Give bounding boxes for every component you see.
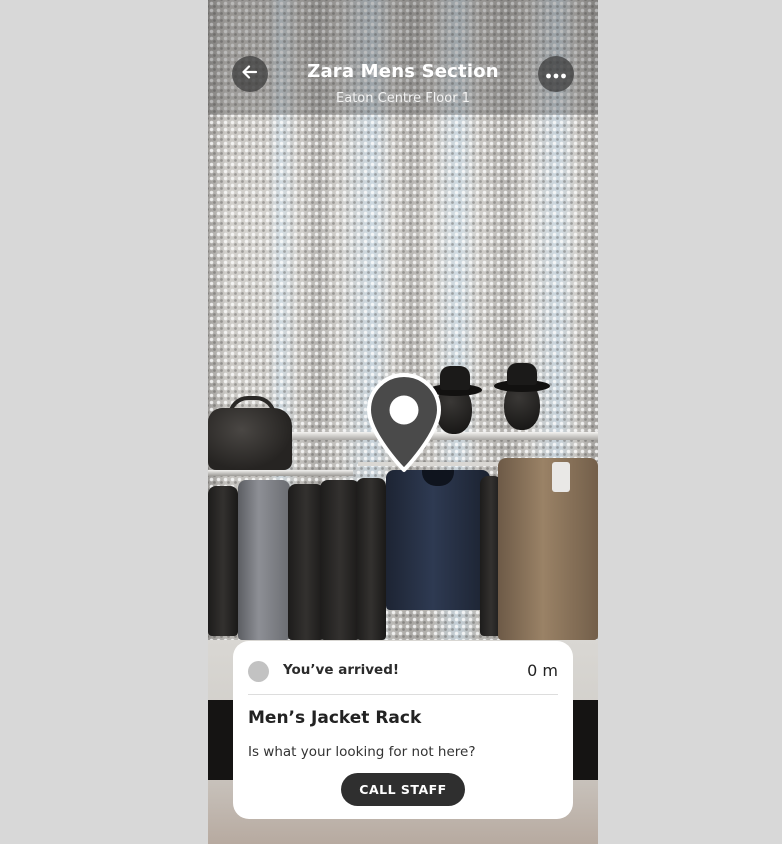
garment xyxy=(356,478,386,640)
trench-coat xyxy=(498,458,598,640)
shirt-collar xyxy=(552,462,570,492)
arrival-status: You’ve arrived! xyxy=(283,662,400,678)
divider xyxy=(248,694,558,695)
garment xyxy=(238,480,290,640)
display-fixture xyxy=(572,700,598,780)
side-shelf xyxy=(208,470,353,476)
display-fixture xyxy=(208,700,234,780)
header-bar: Zara Mens Section Eaton Centre Floor 1 xyxy=(208,0,598,115)
more-options-button[interactable] xyxy=(538,56,574,92)
destination-name: Men’s Jacket Rack xyxy=(248,708,422,728)
hat xyxy=(507,363,537,385)
page-subtitle: Eaton Centre Floor 1 xyxy=(336,91,470,106)
distance-readout: 0 m xyxy=(527,661,558,680)
phone-screen: Zara Mens Section Eaton Centre Floor 1 Y… xyxy=(208,0,598,844)
call-staff-button[interactable]: CALL STAFF xyxy=(341,773,465,806)
status-indicator xyxy=(248,661,269,682)
arrival-card: You’ve arrived! 0 m Men’s Jacket Rack Is… xyxy=(233,641,573,819)
garment xyxy=(320,480,360,640)
navy-jacket xyxy=(386,470,490,610)
ellipsis-icon xyxy=(545,65,567,84)
leather-bag xyxy=(208,408,292,470)
location-pin-icon xyxy=(363,372,445,476)
garment xyxy=(288,484,324,640)
help-prompt: Is what your looking for not here? xyxy=(248,744,476,760)
garment xyxy=(208,486,238,636)
